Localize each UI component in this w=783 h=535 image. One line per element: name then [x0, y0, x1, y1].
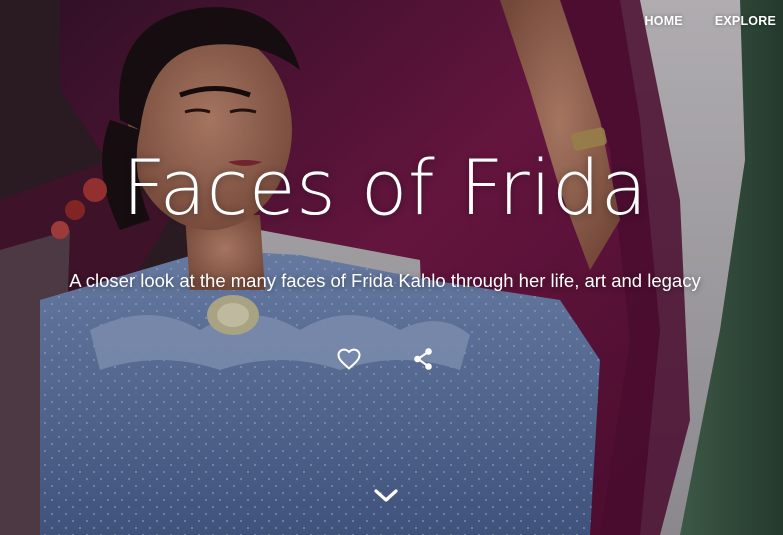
chevron-down-icon — [373, 488, 399, 508]
share-button[interactable] — [410, 348, 436, 374]
hero-section: HOME EXPLORE Faces of Frida A closer loo… — [0, 0, 783, 535]
hero-actions — [336, 348, 436, 374]
favorite-button[interactable] — [336, 348, 362, 374]
nav-home-link[interactable]: HOME — [645, 14, 683, 28]
page-subtitle: A closer look at the many faces of Frida… — [69, 270, 701, 291]
share-icon — [412, 347, 434, 375]
page-title: Faces of Frida — [122, 143, 648, 232]
heart-outline-icon — [337, 348, 361, 374]
hero-dim-overlay — [0, 0, 783, 535]
scroll-down-button[interactable] — [372, 486, 400, 510]
top-navigation: HOME EXPLORE — [645, 14, 776, 28]
nav-explore-link[interactable]: EXPLORE — [715, 14, 776, 28]
